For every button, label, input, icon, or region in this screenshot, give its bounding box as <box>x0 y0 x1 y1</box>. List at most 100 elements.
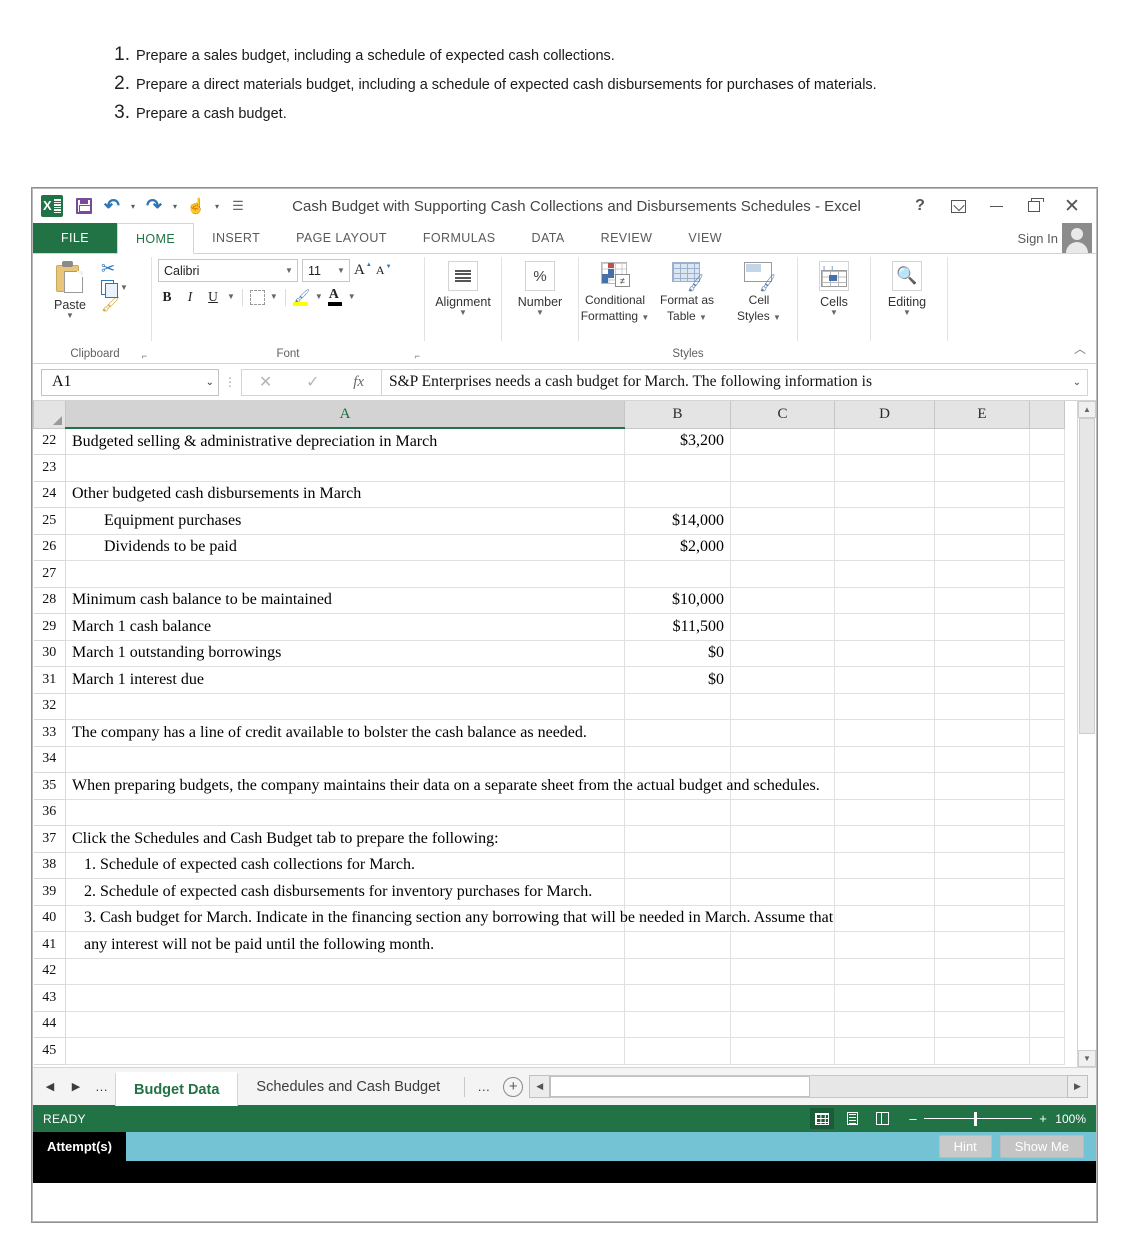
cell-d34[interactable] <box>834 745 935 773</box>
sheet-tab-budget-data[interactable]: Budget Data <box>115 1071 239 1106</box>
first-sheet-icon[interactable]: ◀ <box>37 1080 63 1093</box>
cell-d24[interactable] <box>834 480 935 508</box>
underline-dropdown-icon[interactable]: ▼ <box>227 293 235 301</box>
sign-in-link[interactable]: Sign In <box>1018 231 1058 246</box>
font-color-icon[interactable]: A <box>327 287 343 306</box>
cell-d44[interactable] <box>834 1010 935 1038</box>
format-as-table-dropdown-icon[interactable]: ▼ <box>699 313 707 322</box>
cell-b24[interactable] <box>624 480 731 508</box>
cells-dropdown-icon[interactable]: ▼ <box>830 309 838 317</box>
column-header-a[interactable]: A <box>65 401 625 429</box>
cell-b25[interactable]: $14,000 <box>624 507 731 535</box>
cell-e41[interactable] <box>934 931 1030 959</box>
underline-button[interactable]: U <box>204 289 222 305</box>
cell-b41[interactable] <box>624 931 731 959</box>
fill-color-dropdown-icon[interactable]: ▼ <box>315 293 323 301</box>
cell-b23[interactable] <box>624 454 731 482</box>
cell-a45[interactable] <box>65 1037 625 1065</box>
table-row[interactable]: 22 Budgeted selling & administrative depr… <box>33 427 1065 455</box>
new-sheet-icon[interactable]: + <box>503 1076 524 1097</box>
cell-a27[interactable] <box>65 560 625 588</box>
conditional-formatting-button[interactable]: ≠ Conditional Formatting ▼ <box>579 259 651 323</box>
normal-view-icon[interactable] <box>810 1108 834 1129</box>
cell-a43[interactable] <box>65 984 625 1012</box>
table-row[interactable]: 28 Minimum cash balance to be maintained $… <box>33 586 1065 614</box>
cell-b44[interactable] <box>624 1010 731 1038</box>
cell-styles-button[interactable]: 🖌 Cell Styles ▼ <box>723 259 795 323</box>
cell-f45[interactable] <box>1029 1037 1065 1065</box>
cell-f39[interactable] <box>1029 878 1065 906</box>
cell-f28[interactable] <box>1029 586 1065 614</box>
table-row[interactable]: 26 Dividends to be paid $2,000 <box>33 533 1065 561</box>
table-row[interactable]: 42 <box>33 957 1065 985</box>
cell-f32[interactable] <box>1029 692 1065 720</box>
tab-data[interactable]: DATA <box>514 223 583 253</box>
cell-a44[interactable] <box>65 1010 625 1038</box>
ribbon-group-editing[interactable]: 🔍 Editing ▼ <box>871 254 943 363</box>
cell-a23[interactable] <box>65 454 625 482</box>
cell-c22[interactable] <box>730 427 835 455</box>
column-header-d[interactable]: D <box>834 401 935 429</box>
row-header[interactable]: 32 <box>33 692 66 720</box>
touch-mode-icon[interactable]: ☝ <box>183 194 209 218</box>
page-break-preview-icon[interactable] <box>870 1108 894 1129</box>
table-row[interactable]: 38 1. Schedule of expected cash collectio… <box>33 851 1065 879</box>
cell-c39[interactable] <box>730 878 835 906</box>
cell-f33[interactable] <box>1029 719 1065 747</box>
scroll-up-icon[interactable]: ▲ <box>1078 401 1096 418</box>
row-header[interactable]: 27 <box>33 560 66 588</box>
tab-insert[interactable]: INSERT <box>194 223 278 253</box>
cell-a32[interactable] <box>65 692 625 720</box>
cell-b29[interactable]: $11,500 <box>624 613 731 641</box>
cell-d27[interactable] <box>834 560 935 588</box>
cell-c33[interactable] <box>730 719 835 747</box>
cell-c30[interactable] <box>730 639 835 667</box>
cell-d40[interactable] <box>834 904 935 932</box>
column-header-b[interactable]: B <box>624 401 731 429</box>
row-header[interactable]: 38 <box>33 851 66 879</box>
alignment-dropdown-icon[interactable]: ▼ <box>459 309 467 317</box>
redo-dropdown-icon[interactable]: ▾ <box>169 194 181 218</box>
customize-qat-icon[interactable]: ☰ <box>225 194 251 218</box>
minimize-icon[interactable] <box>978 193 1014 219</box>
scroll-left-icon[interactable]: ◀ <box>529 1075 551 1098</box>
number-dropdown-icon[interactable]: ▼ <box>536 309 544 317</box>
avatar[interactable] <box>1062 223 1092 253</box>
cell-a37[interactable]: Click the Schedules and Cash Budget tab … <box>65 825 625 853</box>
zoom-slider-track[interactable] <box>924 1111 1032 1126</box>
font-dialog-launcher-icon[interactable]: ⌐ <box>415 351 420 361</box>
ribbon-display-options-icon[interactable] <box>940 193 976 219</box>
row-header[interactable]: 40 <box>33 904 66 932</box>
row-header[interactable]: 24 <box>33 480 66 508</box>
row-header[interactable]: 29 <box>33 613 66 641</box>
cell-d30[interactable] <box>834 639 935 667</box>
copy-dropdown-icon[interactable]: ▼ <box>120 283 128 292</box>
cell-e26[interactable] <box>934 533 1030 561</box>
table-row[interactable]: 40 3. Cash budget for March. Indicate in … <box>33 904 1065 932</box>
row-header[interactable]: 31 <box>33 666 66 694</box>
tab-view[interactable]: VIEW <box>670 223 740 253</box>
cell-f35[interactable] <box>1029 772 1065 800</box>
cell-d35[interactable] <box>834 772 935 800</box>
cell-f38[interactable] <box>1029 851 1065 879</box>
cell-e43[interactable] <box>934 984 1030 1012</box>
cell-f31[interactable] <box>1029 666 1065 694</box>
cell-f23[interactable] <box>1029 454 1065 482</box>
cut-button[interactable]: ✂ <box>101 260 115 277</box>
table-row[interactable]: 37 Click the Schedules and Cash Budget ta… <box>33 825 1065 853</box>
font-color-dropdown-icon[interactable]: ▼ <box>348 293 356 301</box>
table-row[interactable]: 31 March 1 interest due $0 <box>33 666 1065 694</box>
cell-d25[interactable] <box>834 507 935 535</box>
cell-e29[interactable] <box>934 613 1030 641</box>
scroll-down-icon[interactable]: ▼ <box>1078 1050 1096 1067</box>
table-row[interactable]: 34 <box>33 745 1065 773</box>
expand-formula-bar-icon[interactable]: ⌄ <box>1067 377 1087 388</box>
row-header[interactable]: 22 <box>33 427 66 455</box>
cell-f37[interactable] <box>1029 825 1065 853</box>
cell-e30[interactable] <box>934 639 1030 667</box>
cell-a40[interactable]: 3. Cash budget for March. Indicate in th… <box>65 904 833 932</box>
cell-e27[interactable] <box>934 560 1030 588</box>
cell-e36[interactable] <box>934 798 1030 826</box>
cell-c41[interactable] <box>730 931 835 959</box>
next-sheet-icon[interactable]: ▶ <box>63 1080 89 1093</box>
